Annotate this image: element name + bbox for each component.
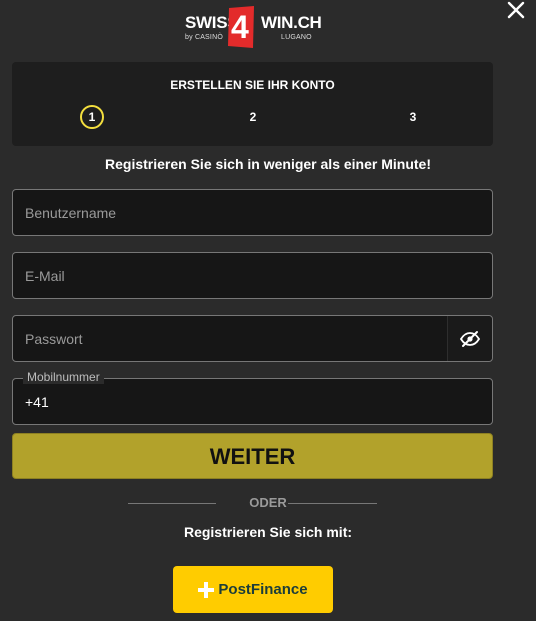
logo-digit: 4 xyxy=(231,9,249,45)
page-subtitle: Registrieren Sie sich in weniger als ein… xyxy=(105,156,431,172)
logo-by: by CASINÒ xyxy=(185,34,223,41)
eye-off-icon xyxy=(459,330,481,347)
postfinance-cross-icon xyxy=(198,581,215,598)
logo: SWISS 4 WIN.CH by CASINÒ LUGANO xyxy=(185,6,325,50)
step-2: 2 xyxy=(249,110,257,124)
steps-panel: ERSTELLEN SIE IHR KONTO 1 2 3 xyxy=(12,62,493,146)
postfinance-button[interactable]: PostFinance xyxy=(173,566,333,613)
divider-text: ODER xyxy=(249,495,287,510)
postfinance-label: PostFinance xyxy=(218,581,308,598)
divider-line-right xyxy=(288,503,377,504)
logo-city: LUGANO xyxy=(281,34,312,41)
email-field-box xyxy=(12,252,493,299)
email-input[interactable] xyxy=(13,253,492,298)
toggle-password-visibility-button[interactable] xyxy=(447,316,492,361)
password-field-box xyxy=(12,315,493,362)
username-field-box xyxy=(12,189,493,236)
register-with-label: Registrieren Sie sich mit: xyxy=(183,524,353,540)
close-icon[interactable] xyxy=(506,0,526,20)
steps-title: ERSTELLEN SIE IHR KONTO xyxy=(170,78,335,92)
username-input[interactable] xyxy=(13,190,492,235)
step-3: 3 xyxy=(409,110,417,124)
mobile-input[interactable] xyxy=(13,379,492,424)
logo-word-right: WIN.CH xyxy=(261,13,322,32)
step-1: 1 xyxy=(80,105,104,129)
mobile-field-box: Mobilnummer xyxy=(12,370,493,425)
password-input[interactable] xyxy=(13,316,492,361)
weiter-button[interactable]: WEITER xyxy=(12,433,493,479)
